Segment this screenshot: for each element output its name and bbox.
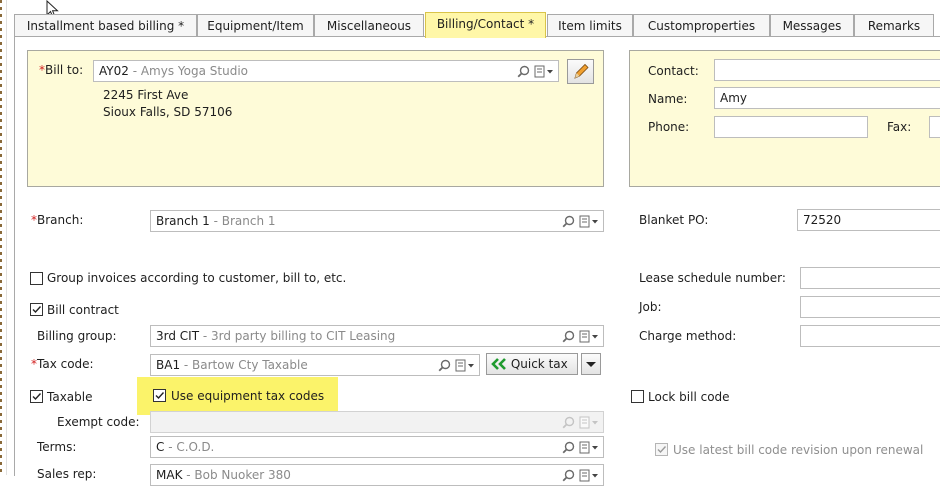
bill-to-address-line1: 2245 First Ave	[103, 88, 189, 102]
checkmark-icon	[657, 446, 667, 454]
tab-miscellaneous[interactable]: Miscellaneous	[314, 14, 424, 36]
billing-group-field[interactable]: 3rd CIT - 3rd party billing to CIT Leasi…	[150, 325, 604, 347]
fax-field[interactable]	[929, 116, 940, 138]
charge-method-label: Charge method:	[639, 329, 737, 343]
search-icon[interactable]	[562, 330, 575, 343]
phone-label: Phone:	[648, 120, 690, 134]
tax-code-code: BA1	[156, 358, 181, 372]
taxable-label: Taxable	[47, 390, 93, 404]
pick-list-icon[interactable]	[579, 441, 599, 454]
billing-group-desc: - 3rd party billing to CIT Leasing	[199, 329, 396, 343]
bill-to-field[interactable]: AY02 - Amys Yoga Studio	[93, 60, 559, 82]
quick-tax-dropdown-button[interactable]	[581, 353, 601, 375]
branch-field[interactable]: Branch 1 - Branch 1	[150, 210, 604, 232]
branch-desc: - Branch 1	[209, 214, 276, 228]
lease-schedule-field[interactable]	[800, 267, 940, 289]
window-left-edge	[0, 0, 2, 475]
bill-to-label: *Bill to:	[39, 63, 84, 77]
branch-code: Branch 1	[156, 214, 210, 228]
search-icon	[562, 416, 575, 428]
bill-to-desc: - Amys Yoga Studio	[128, 64, 248, 78]
taxable-checkbox[interactable]	[30, 390, 43, 403]
search-icon[interactable]	[517, 65, 530, 78]
branch-label: *Branch:	[31, 213, 84, 227]
job-label: Job:	[639, 300, 662, 314]
pick-list-icon[interactable]	[579, 469, 599, 482]
billing-group-label: Billing group:	[37, 329, 117, 343]
quick-tax-button[interactable]: Quick tax	[486, 353, 578, 375]
pick-list-icon[interactable]	[534, 65, 554, 78]
pick-list-icon[interactable]	[455, 359, 475, 372]
search-icon[interactable]	[438, 359, 451, 372]
bill-contract-checkbox[interactable]	[30, 303, 43, 316]
sales-rep-desc: - Bob Nuoker 380	[182, 468, 291, 482]
lock-bill-code-label: Lock bill code	[648, 390, 730, 404]
tax-code-desc: - Bartow Cty Taxable	[180, 358, 308, 372]
bill-contract-label: Bill contract	[47, 303, 119, 317]
checkmark-icon	[32, 393, 42, 401]
search-icon[interactable]	[562, 441, 575, 454]
sales-rep-label: Sales rep:	[37, 467, 97, 481]
group-invoices-checkbox[interactable]	[30, 272, 43, 285]
exempt-code-label: Exempt code:	[57, 415, 140, 429]
tab-item-limits[interactable]: Item limits	[547, 14, 633, 36]
tax-code-field[interactable]: BA1 - Bartow Cty Taxable	[150, 354, 480, 376]
checkmark-icon	[32, 306, 42, 314]
pencil-icon	[574, 63, 589, 79]
search-icon[interactable]	[562, 215, 575, 228]
contact-label: Contact:	[648, 64, 699, 78]
use-equipment-tax-codes-label: Use equipment tax codes	[171, 389, 325, 403]
quick-tax-label: Quick tax	[510, 357, 568, 371]
sales-rep-code: MAK	[156, 468, 183, 482]
blanket-po-field[interactable]: 72520	[797, 209, 940, 231]
tab-customproperties[interactable]: Customproperties	[633, 14, 770, 36]
tax-code-label: *Tax code:	[31, 357, 94, 371]
lock-bill-code-checkbox[interactable]	[631, 390, 644, 403]
contact-field[interactable]	[714, 59, 940, 81]
use-latest-bill-code-label: Use latest bill code revision upon renew…	[673, 443, 924, 457]
use-equipment-tax-codes-checkbox[interactable]	[153, 389, 166, 402]
fax-label: Fax:	[887, 120, 912, 134]
search-icon[interactable]	[562, 469, 575, 482]
pick-list-icon	[579, 416, 598, 428]
terms-desc: - C.O.D.	[164, 440, 215, 454]
exempt-code-field[interactable]	[150, 411, 604, 433]
edit-bill-to-button[interactable]	[567, 59, 594, 84]
pick-list-icon[interactable]	[579, 215, 599, 228]
tab-equipment-item[interactable]: Equipment/Item	[197, 14, 314, 36]
tab-bar: Installment based billing * Equipment/It…	[14, 12, 940, 38]
billing-group-code: 3rd CIT	[156, 329, 200, 343]
bill-to-address-line2: Sioux Falls, SD 57106	[103, 105, 233, 119]
window-left-line	[6, 0, 7, 475]
tab-messages[interactable]: Messages	[770, 14, 854, 36]
pick-list-icon[interactable]	[579, 330, 599, 343]
charge-method-field[interactable]	[800, 325, 940, 347]
name-label: Name:	[648, 92, 688, 106]
double-chevron-left-icon	[491, 358, 506, 370]
use-latest-bill-code-checkbox[interactable]	[655, 443, 668, 456]
blanket-po-label: Blanket PO:	[639, 213, 709, 227]
bill-to-code: AY02	[99, 64, 129, 78]
terms-field[interactable]: C - C.O.D.	[150, 436, 604, 458]
name-field[interactable]: Amy	[714, 87, 940, 109]
group-invoices-label: Group invoices according to customer, bi…	[47, 271, 347, 285]
job-field[interactable]	[800, 296, 940, 318]
lease-schedule-label: Lease schedule number:	[639, 271, 786, 285]
phone-field[interactable]	[714, 116, 868, 138]
sales-rep-field[interactable]: MAK - Bob Nuoker 380	[150, 464, 604, 486]
terms-label: Terms:	[37, 440, 77, 454]
tab-billing-contact[interactable]: Billing/Contact *	[425, 12, 546, 38]
chevron-down-icon	[586, 362, 596, 367]
tab-remarks[interactable]: Remarks	[854, 14, 934, 36]
tab-installment-based-billing[interactable]: Installment based billing *	[14, 14, 197, 36]
checkmark-icon	[155, 392, 165, 400]
